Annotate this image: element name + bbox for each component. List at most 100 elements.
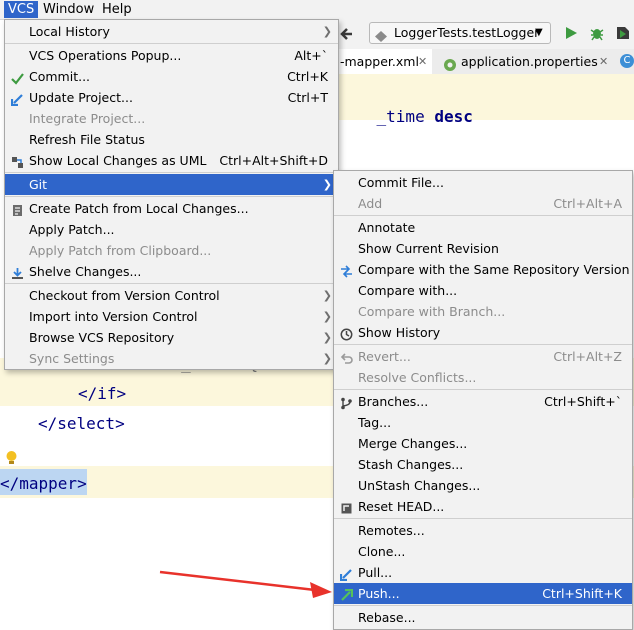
pull-arrow-icon xyxy=(339,566,353,582)
menu-item-shortcut: Ctrl+Shift+` xyxy=(544,394,622,409)
menu-item-label: Add xyxy=(358,196,383,211)
submenu-arrow-icon: ❯ xyxy=(322,352,332,365)
git-menu-item-compare-with[interactable]: Compare with... xyxy=(334,280,632,301)
menu-item-label: Rebase... xyxy=(358,610,416,625)
vcs-menu-item-show-local-changes-as-uml[interactable]: Show Local Changes as UML Ctrl+Alt+Shift+… xyxy=(5,150,338,171)
vcs-menu: Local History ❯ VCS Operations Popup... Alt… xyxy=(4,19,339,370)
git-menu-item-remotes[interactable]: Remotes... xyxy=(334,520,632,541)
menu-item-label: Sync Settings xyxy=(29,351,115,366)
git-menu-item-tag[interactable]: Tag... xyxy=(334,412,632,433)
push-arrow-icon xyxy=(340,587,354,601)
menu-item-label: Git xyxy=(29,177,48,192)
chevron-down-icon: ▼ xyxy=(535,27,543,38)
shelve-icon xyxy=(11,265,24,279)
branch-icon xyxy=(340,395,353,410)
menu-separator xyxy=(5,283,338,284)
menu-item-label: Create Patch from Local Changes... xyxy=(29,201,249,216)
git-menu-item-show-current-revision[interactable]: Show Current Revision xyxy=(334,238,632,259)
menu-separator xyxy=(334,215,632,216)
menu-separator xyxy=(5,43,338,44)
arrow-left-icon[interactable] xyxy=(338,24,358,44)
git-menu-item-unstash-changes[interactable]: UnStash Changes... xyxy=(334,475,632,496)
git-menu-item-add[interactable]: Add Ctrl+Alt+A xyxy=(334,193,632,214)
git-menu-item-commit-file[interactable]: Commit File... xyxy=(334,172,632,193)
git-menu-item-clone[interactable]: Clone... xyxy=(334,541,632,562)
vcs-menu-item-apply-patch-from-clipboard[interactable]: Apply Patch from Clipboard... xyxy=(5,240,338,261)
menu-item-label: Update Project... xyxy=(29,90,133,105)
menu-window[interactable]: Window xyxy=(39,1,98,18)
menu-item-label: Revert... xyxy=(358,349,411,364)
git-menu-item-rebase[interactable]: Rebase... xyxy=(334,607,632,628)
revert-icon xyxy=(340,350,353,364)
menu-item-shortcut: Ctrl+T xyxy=(287,90,328,105)
check-icon xyxy=(11,70,24,85)
menu-item-label: Clone... xyxy=(358,544,406,559)
menu-vcs[interactable]: VCS xyxy=(4,1,39,18)
git-menu-item-pull[interactable]: Pull... xyxy=(334,562,632,583)
vcs-menu-item-git[interactable]: Git ❯ xyxy=(5,174,338,195)
vcs-menu-item-create-patch-from-local-changes[interactable]: Create Patch from Local Changes... xyxy=(5,198,338,219)
submenu-arrow-icon: ❯ xyxy=(322,289,332,302)
vcs-menu-item-refresh-file-status[interactable]: Refresh File Status xyxy=(5,129,338,150)
menu-item-label: Remotes... xyxy=(358,523,425,538)
vcs-menu-item-sync-settings[interactable]: Sync Settings ❯ xyxy=(5,348,338,369)
menu-item-label: Branches... xyxy=(358,394,429,409)
git-menu-item-push[interactable]: Push... Ctrl+Shift+K xyxy=(334,583,632,604)
coverage-icon[interactable] xyxy=(615,25,631,44)
clock-history-icon xyxy=(340,326,353,341)
menu-item-label: Refresh File Status xyxy=(29,132,145,147)
git-menu-item-stash-changes[interactable]: Stash Changes... xyxy=(334,454,632,475)
tab-mapper-xml[interactable]: -mapper.xml ✕ xyxy=(338,49,432,74)
menu-separator xyxy=(334,605,632,606)
menu-item-label: Push... xyxy=(358,586,400,601)
menu-item-shortcut: Alt+` xyxy=(294,48,328,63)
menu-help[interactable]: Help xyxy=(98,1,136,18)
debug-icon[interactable] xyxy=(589,25,605,44)
git-menu-item-merge-changes[interactable]: Merge Changes... xyxy=(334,433,632,454)
close-icon[interactable]: ✕ xyxy=(599,49,608,74)
vcs-menu-item-update-project[interactable]: Update Project... Ctrl+T xyxy=(5,87,338,108)
tab-application-properties[interactable]: application.properties ✕ xyxy=(437,49,615,74)
menu-item-shortcut: Ctrl+Alt+Z xyxy=(553,349,622,364)
vcs-menu-item-local-history[interactable]: Local History ❯ xyxy=(5,21,338,42)
menu-item-label: Tag... xyxy=(358,415,392,430)
submenu-arrow-icon: ❯ xyxy=(322,331,332,344)
tab-mapper-label: -mapper.xml xyxy=(340,54,419,69)
menu-item-shortcut: Ctrl+K xyxy=(287,69,328,84)
git-menu-item-compare-with-branch[interactable]: Compare with Branch... xyxy=(334,301,632,322)
git-menu-item-resolve-conflicts[interactable]: Resolve Conflicts... xyxy=(334,367,632,388)
git-menu-item-branches[interactable]: Branches... Ctrl+Shift+` xyxy=(334,391,632,412)
submenu-arrow-icon: ❯ xyxy=(322,310,332,323)
menu-item-label: Show Current Revision xyxy=(358,241,499,256)
vcs-menu-item-apply-patch[interactable]: Apply Patch... xyxy=(5,219,338,240)
vcs-menu-item-commit[interactable]: Commit... Ctrl+K xyxy=(5,66,338,87)
vcs-menu-item-import-into-version-control[interactable]: Import into Version Control ❯ xyxy=(5,306,338,327)
vcs-menu-item-vcs-operations-popup[interactable]: VCS Operations Popup... Alt+` xyxy=(5,45,338,66)
tab-partial[interactable]: C xyxy=(618,49,634,74)
vcs-menu-item-integrate-project[interactable]: Integrate Project... xyxy=(5,108,338,129)
vcs-menu-item-browse-vcs-repository[interactable]: Browse VCS Repository ❯ xyxy=(5,327,338,348)
editor-tabs: -mapper.xml ✕ application.properties ✕ C xyxy=(338,49,634,75)
update-arrow-icon xyxy=(10,91,24,107)
annotation-arrow xyxy=(159,570,332,598)
code-token-desc: desc xyxy=(434,107,473,126)
run-icon[interactable] xyxy=(565,26,578,43)
run-configuration-dropdown[interactable]: LoggerTests.testLogger ▼ xyxy=(369,22,551,44)
git-submenu: Commit File... Add Ctrl+Alt+A Annotate Show … xyxy=(333,170,633,630)
menu-item-label: Compare with the Same Repository Version xyxy=(358,262,630,277)
submenu-arrow-icon: ❯ xyxy=(322,178,332,191)
menu-separator xyxy=(334,518,632,519)
menu-separator xyxy=(5,172,338,173)
menu-separator xyxy=(334,344,632,345)
git-menu-item-reset-head[interactable]: Reset HEAD... xyxy=(334,496,632,517)
git-menu-item-compare-with-the-same-repository-version[interactable]: Compare with the Same Repository Version xyxy=(334,259,632,280)
git-menu-item-revert[interactable]: Revert... Ctrl+Alt+Z xyxy=(334,346,632,367)
vcs-menu-item-checkout-from-version-control[interactable]: Checkout from Version Control ❯ xyxy=(5,285,338,306)
git-menu-item-annotate[interactable]: Annotate xyxy=(334,217,632,238)
menu-separator xyxy=(5,196,338,197)
menu-item-label: Compare with... xyxy=(358,283,458,298)
git-menu-item-show-history[interactable]: Show History xyxy=(334,322,632,343)
vcs-menu-item-shelve-changes[interactable]: Shelve Changes... xyxy=(5,261,338,282)
code-token-time: _time xyxy=(376,107,425,126)
close-icon[interactable]: ✕ xyxy=(418,49,427,74)
